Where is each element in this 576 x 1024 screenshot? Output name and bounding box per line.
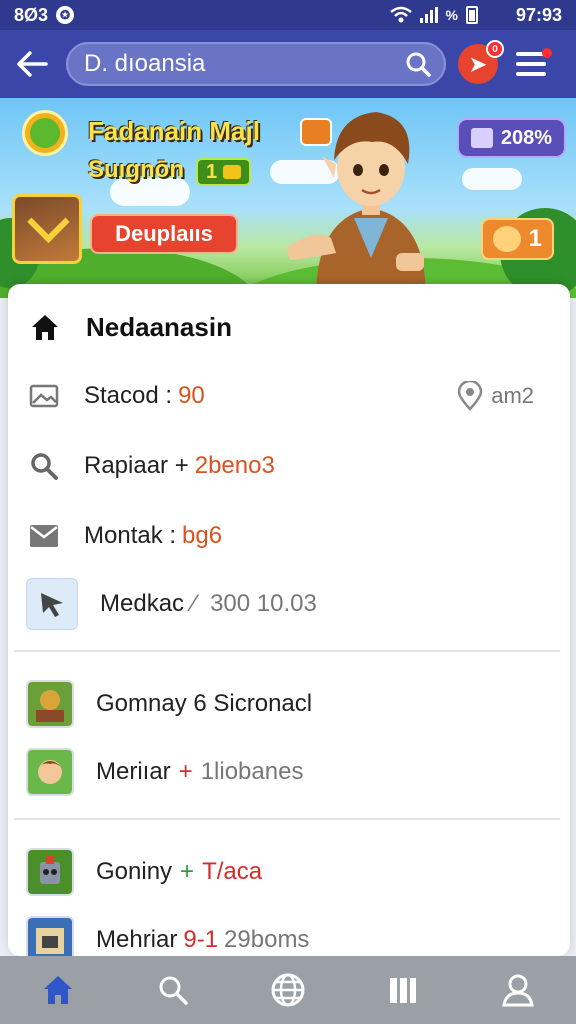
card-header: Nedaanasin [8,304,570,350]
row-value: bg6 [182,522,223,549]
cursor-icon [26,578,78,630]
notification-badge: 0 [486,40,504,58]
row-label: Mehriar [96,926,178,953]
row-label: Gomnay 6 Sicronacl [96,690,313,717]
list-item[interactable]: Medkac ⁄ 300 10.03 [8,576,570,632]
check-icon [27,200,70,244]
nav-home[interactable] [28,960,88,1020]
status-time-left: 8Ø3 [14,4,49,25]
level-badge: 1 [196,158,252,186]
game-thumbnail[interactable] [12,194,82,264]
globe-icon [271,973,305,1007]
library-icon [390,978,417,1003]
search-tool-icon [26,448,62,484]
search-icon [159,976,188,1005]
stat-value: 208% [500,126,552,149]
profile-icon [502,974,535,1007]
row-sign: + [180,858,195,885]
gem-icon [223,165,242,179]
app-bar: D. dıoansia ➤ 0 [0,30,576,98]
list-item[interactable]: Rapiaar +2beno3 [8,438,570,494]
menu-button[interactable] [510,42,554,86]
card-title: Nedaanasin [86,311,232,342]
divider [14,650,560,652]
home-icon [32,315,58,340]
mail-icon [26,518,62,554]
game-banner[interactable]: Fadanain Majl Suıgnōn 1 Deuplaııs 208% 1 [0,98,576,298]
notification-status-icon: ✪ [56,6,75,24]
back-arrow-icon [17,51,48,77]
row-value: 2beno3 [194,452,275,479]
list-item[interactable]: Gomnay 6 Sicronacl [8,676,570,732]
bottom-nav [0,956,576,1024]
game-logo-icon [22,110,68,156]
row-sign: + [178,758,193,785]
row-label: Rapiaar + [84,452,189,479]
search-icon[interactable] [404,50,432,78]
image-icon [26,378,62,414]
search-text: D. dıoansia [84,50,206,77]
banner-title: Fadanain Majl [88,116,260,146]
wifi-icon [389,6,412,23]
pet-value: 1 [528,225,542,252]
nav-profile[interactable] [488,960,548,1020]
pet-pill[interactable]: 1 [480,218,554,260]
row-value: 90 [178,382,205,409]
menu-alert-dot [542,48,552,58]
notifications-button[interactable]: ➤ 0 [458,40,504,84]
status-bar: 8Ø3 ✪ % 97:93 [0,0,576,30]
game-icon [26,748,74,796]
location-pin-icon [457,381,483,411]
list-item[interactable]: Mehriar 9-1 29boms [8,912,570,956]
row-label: Montak : [84,522,177,549]
level-value: 1 [206,160,218,183]
search-input[interactable]: D. dıoansia [66,42,446,86]
menu-line [516,72,546,76]
logo-face [30,118,60,148]
chest-stat-pill[interactable]: 208% [456,118,566,158]
row-value: 1liobanes [200,758,304,785]
status-right: % 97:93 [389,4,562,26]
share-icon: ➤ [469,53,487,76]
row-value: 300 10.03 [210,590,317,617]
list-item[interactable]: Montak : bg6 [8,508,570,564]
nav-globe[interactable] [258,960,318,1020]
home-icon [43,976,72,1004]
percent-symbol: % [445,7,458,23]
info-card: Nedaanasin Stacod :90 am2 Rapiaar +2beno… [8,284,570,956]
status-left: 8Ø3 ✪ [14,4,75,26]
list-item[interactable]: Stacod :90 am2 [8,368,570,424]
list-item[interactable]: Goniny + T/aca [8,844,570,900]
row-prefix: ⁄ [192,590,197,617]
game-icon [26,916,74,956]
status-time-right: 97:93 [515,4,562,25]
cloud [462,168,522,190]
row-label: Stacod : [84,382,173,409]
battery-icon [465,6,478,24]
row-label: Medkac [100,590,185,617]
game-icon [26,848,74,896]
row-value: 9-1 [183,926,219,953]
row-extra: 29boms [224,926,310,953]
location-trail[interactable]: am2 [457,381,534,411]
list-item[interactable]: Meriıar +1liobanes [8,744,570,800]
chest-icon [470,128,493,148]
hero-character-image [286,112,426,298]
nav-library[interactable] [373,960,433,1020]
play-button[interactable]: Deuplaııs [90,214,238,254]
signal-icon [419,7,438,23]
menu-line [516,62,546,66]
pet-face-icon [492,226,521,252]
game-icon [26,680,74,728]
location-text: am2 [491,383,534,408]
row-value: T/aca [202,858,263,885]
banner-subtitle: Suıgnōn [88,156,184,183]
divider [14,818,560,820]
row-label: Meriıar [96,758,171,785]
row-label: Goniny [96,858,173,885]
nav-search[interactable] [143,960,203,1020]
back-button[interactable] [10,42,54,86]
